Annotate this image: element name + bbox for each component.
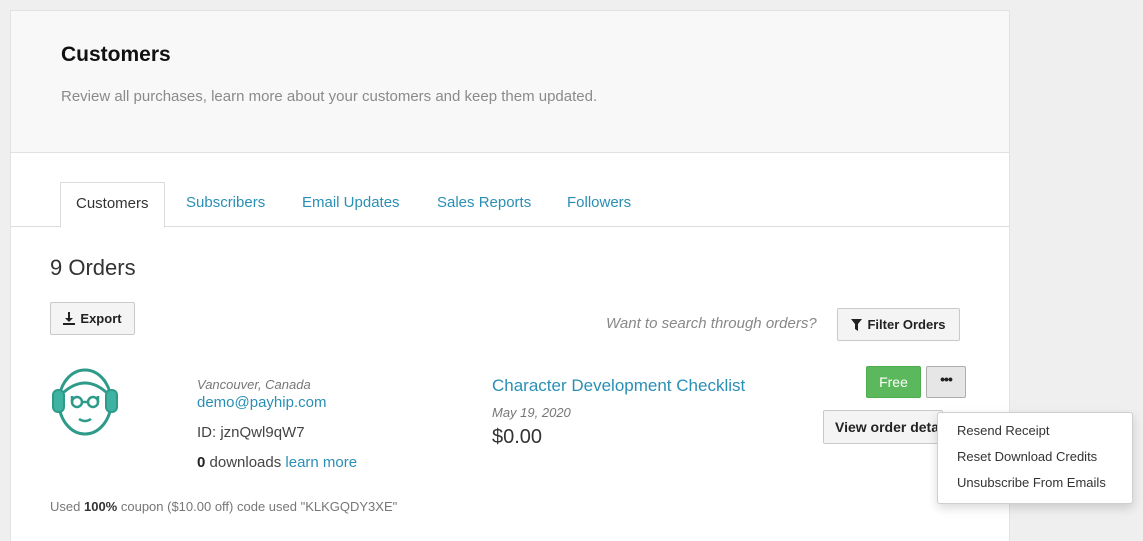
status-badge: Free <box>866 366 921 398</box>
customers-card: Customers Review all purchases, learn mo… <box>10 10 1010 541</box>
filter-orders-button[interactable]: Filter Orders <box>837 308 960 341</box>
coupon-suffix: coupon ($10.00 off) code used "KLKGQDY3X… <box>120 499 398 514</box>
coupon-note: Used 100% coupon ($10.00 off) code used … <box>50 499 397 514</box>
orders-count: 9 Orders <box>50 255 136 280</box>
filter-orders-label: Filter Orders <box>867 317 946 332</box>
tab-customers[interactable]: Customers <box>60 182 165 228</box>
order-options-menu: Resend Receipt Reset Download Credits Un… <box>937 412 1133 504</box>
customer-location: Vancouver, Canada <box>197 377 311 392</box>
more-options-button[interactable]: ••• <box>926 366 966 398</box>
page-title: Customers <box>61 43 171 66</box>
product-title-link[interactable]: Character Development Checklist <box>492 376 745 396</box>
order-id-value: jznQwl9qW7 <box>220 424 305 441</box>
tab-email-updates[interactable]: Email Updates <box>302 182 400 227</box>
order-date: May 19, 2020 <box>492 405 571 420</box>
download-icon <box>63 312 76 325</box>
order-price: $0.00 <box>492 426 543 448</box>
export-button[interactable]: Export <box>50 302 135 335</box>
ellipsis-icon: ••• <box>940 371 953 387</box>
search-hint: Want to search through orders? <box>606 315 817 332</box>
downloads-label: downloads <box>209 454 282 471</box>
page-header: Customers Review all purchases, learn mo… <box>11 11 1009 153</box>
menu-item-resend-receipt[interactable]: Resend Receipt <box>938 420 1132 446</box>
menu-item-reset-download-credits[interactable]: Reset Download Credits <box>938 446 1132 472</box>
tab-bar: Customers Subscribers Email Updates Sale… <box>11 182 1009 228</box>
menu-item-unsubscribe-from-emails[interactable]: Unsubscribe From Emails <box>938 472 1132 498</box>
tab-subscribers[interactable]: Subscribers <box>186 182 265 227</box>
downloads-count: 0 <box>197 454 206 471</box>
customer-avatar-icon <box>52 368 118 436</box>
learn-more-link[interactable]: learn more <box>285 454 357 471</box>
coupon-percent: 100% <box>83 499 118 514</box>
tab-sales-reports[interactable]: Sales Reports <box>437 182 531 227</box>
coupon-prefix: Used <box>50 499 81 514</box>
view-order-details-button[interactable]: View order details <box>823 410 943 444</box>
tab-followers[interactable]: Followers <box>567 182 631 227</box>
export-label: Export <box>80 311 122 326</box>
order-id: ID: jznQwl9qW7 <box>197 424 305 441</box>
downloads-info: 0 downloads learn more <box>197 454 357 471</box>
order-id-label: ID: <box>197 424 217 441</box>
filter-icon <box>851 318 863 331</box>
customer-email[interactable]: demo@payhip.com <box>197 394 326 411</box>
page-subtitle: Review all purchases, learn more about y… <box>61 88 598 105</box>
